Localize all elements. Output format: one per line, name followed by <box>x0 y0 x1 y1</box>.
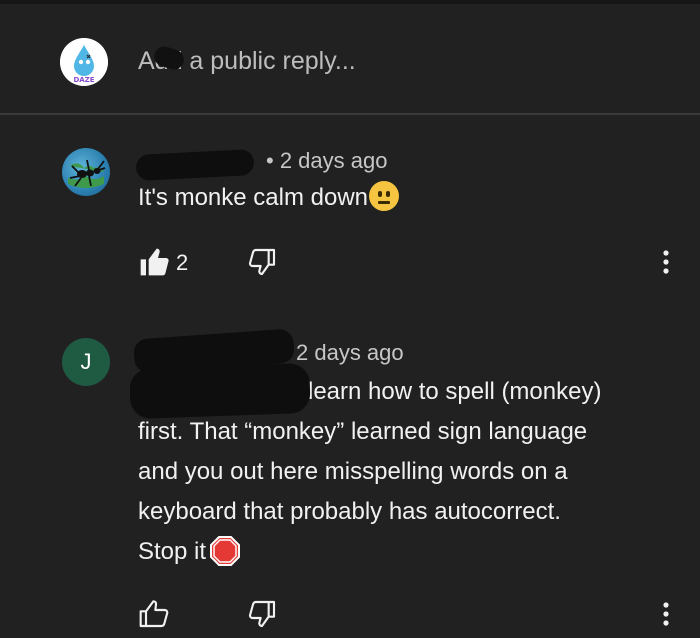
comment-2: J 2 days ago learn how to spell (monkey)… <box>0 328 700 638</box>
vertical-dots-icon <box>663 250 669 274</box>
reply-composer: DAZE <box>0 4 700 114</box>
neutral-face-emoji <box>369 181 400 211</box>
comment-line-4: keyboard that probably has autocorrect. <box>138 498 561 525</box>
comment-body: It's monke calm down <box>138 184 369 211</box>
thumbs-up-icon <box>140 248 169 276</box>
comment-meta: 2 days ago <box>296 340 404 366</box>
dislike-button[interactable] <box>246 246 278 278</box>
like-button[interactable] <box>138 598 170 630</box>
comment-meta: • 2 days ago <box>266 148 387 174</box>
redaction-mark <box>135 148 255 182</box>
vertical-dots-icon <box>663 602 669 626</box>
reply-input[interactable] <box>138 44 658 78</box>
dislike-button[interactable] <box>246 598 278 630</box>
comment-1: • 2 days ago It's monke calm down 2 <box>0 140 700 290</box>
comment-line-5: Stop it <box>138 532 678 572</box>
more-options-button[interactable] <box>656 246 676 278</box>
thumbs-down-icon <box>248 248 276 276</box>
comment-text: It's monke calm down <box>138 178 400 218</box>
comment-actions <box>0 594 700 634</box>
svg-text:DAZE: DAZE <box>73 76 94 84</box>
divider <box>0 113 700 115</box>
comment-timestamp: 2 days ago <box>279 148 388 173</box>
comment-actions: 2 <box>0 242 700 282</box>
thumbs-down-icon <box>248 600 276 628</box>
commenter-avatar[interactable]: J <box>62 338 110 386</box>
thumbs-up-icon <box>139 600 169 628</box>
separator-dot: • <box>266 148 280 173</box>
comment-line-text: Stop it <box>138 538 207 565</box>
like-count: 2 <box>176 250 189 275</box>
like-button[interactable] <box>138 246 170 278</box>
more-options-button[interactable] <box>656 598 676 630</box>
comment-timestamp: 2 days ago <box>296 340 404 365</box>
comment-line-2: first. That “monkey” learned sign langua… <box>138 418 588 445</box>
user-avatar[interactable]: DAZE <box>60 38 108 86</box>
water-drop-icon: DAZE <box>60 38 108 86</box>
stop-sign-icon <box>210 536 241 566</box>
comment-line-3: and you out here misspelling words on a <box>138 458 568 485</box>
comment-line-text: learn how to spell (monkey) <box>308 378 602 405</box>
commenter-avatar[interactable] <box>62 148 110 196</box>
ant-globe-icon <box>68 159 106 188</box>
redaction-mark <box>129 362 311 420</box>
